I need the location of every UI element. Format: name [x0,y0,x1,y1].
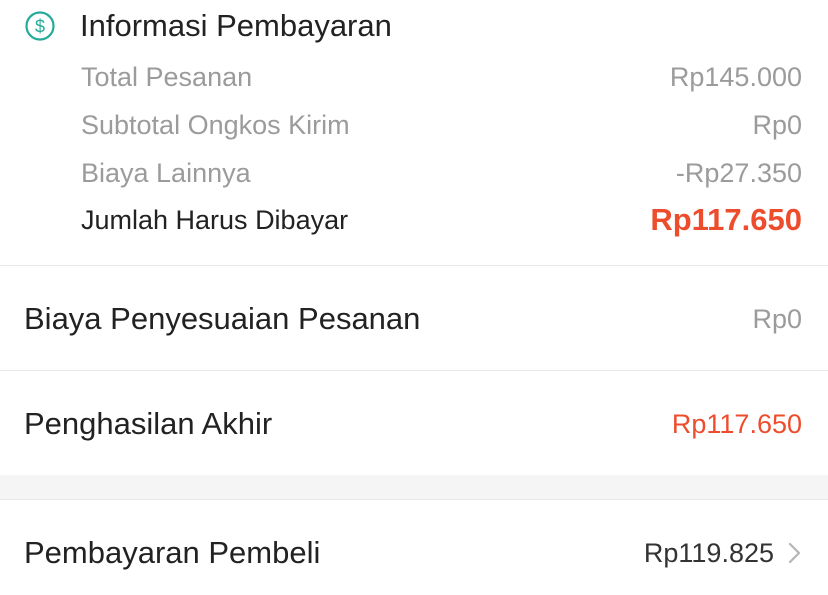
total-order-row: Total Pesanan Rp145.000 [81,60,802,94]
order-adjustment-row: Biaya Penyesuaian Pesanan Rp0 [24,299,802,339]
buyer-payment-label: Pembayaran Pembeli [24,535,321,570]
section-separator [0,475,828,499]
final-income-label: Penghasilan Akhir [24,406,273,441]
amount-due-row: Jumlah Harus Dibayar Rp117.650 [81,202,802,237]
total-order-value: Rp145.000 [669,61,802,92]
payment-details-page: $ Informasi Pembayaran Total Pesanan Rp1… [0,0,828,595]
other-fees-label: Biaya Lainnya [81,157,251,188]
shipping-subtotal-value: Rp0 [752,109,802,140]
svg-text:$: $ [35,17,45,37]
divider [0,370,828,371]
amount-due-value: Rp117.650 [650,202,802,237]
divider [0,265,828,266]
total-order-label: Total Pesanan [81,61,253,92]
payment-info-title: Informasi Pembayaran [80,8,392,43]
final-income-row: Penghasilan Akhir Rp117.650 [24,404,802,444]
buyer-payment-right: Rp119.825 [644,538,802,569]
buyer-payment-row[interactable]: Pembayaran Pembeli Rp119.825 [24,533,802,573]
amount-due-label: Jumlah Harus Dibayar [81,204,349,235]
chevron-right-icon[interactable] [788,541,802,565]
other-fees-row: Biaya Lainnya -Rp27.350 [81,156,802,190]
buyer-payment-value: Rp119.825 [643,537,774,568]
divider [0,499,828,500]
shipping-subtotal-row: Subtotal Ongkos Kirim Rp0 [81,108,802,142]
other-fees-value: -Rp27.350 [675,157,802,188]
payment-info-section: $ Informasi Pembayaran Total Pesanan Rp1… [0,0,828,265]
final-income-value: Rp117.650 [671,408,802,439]
order-adjustment-label: Biaya Penyesuaian Pesanan [24,301,421,336]
payment-info-header: $ Informasi Pembayaran [24,8,392,44]
dollar-circle-icon: $ [24,10,56,42]
shipping-subtotal-label: Subtotal Ongkos Kirim [81,109,350,140]
order-adjustment-value: Rp0 [752,303,802,334]
